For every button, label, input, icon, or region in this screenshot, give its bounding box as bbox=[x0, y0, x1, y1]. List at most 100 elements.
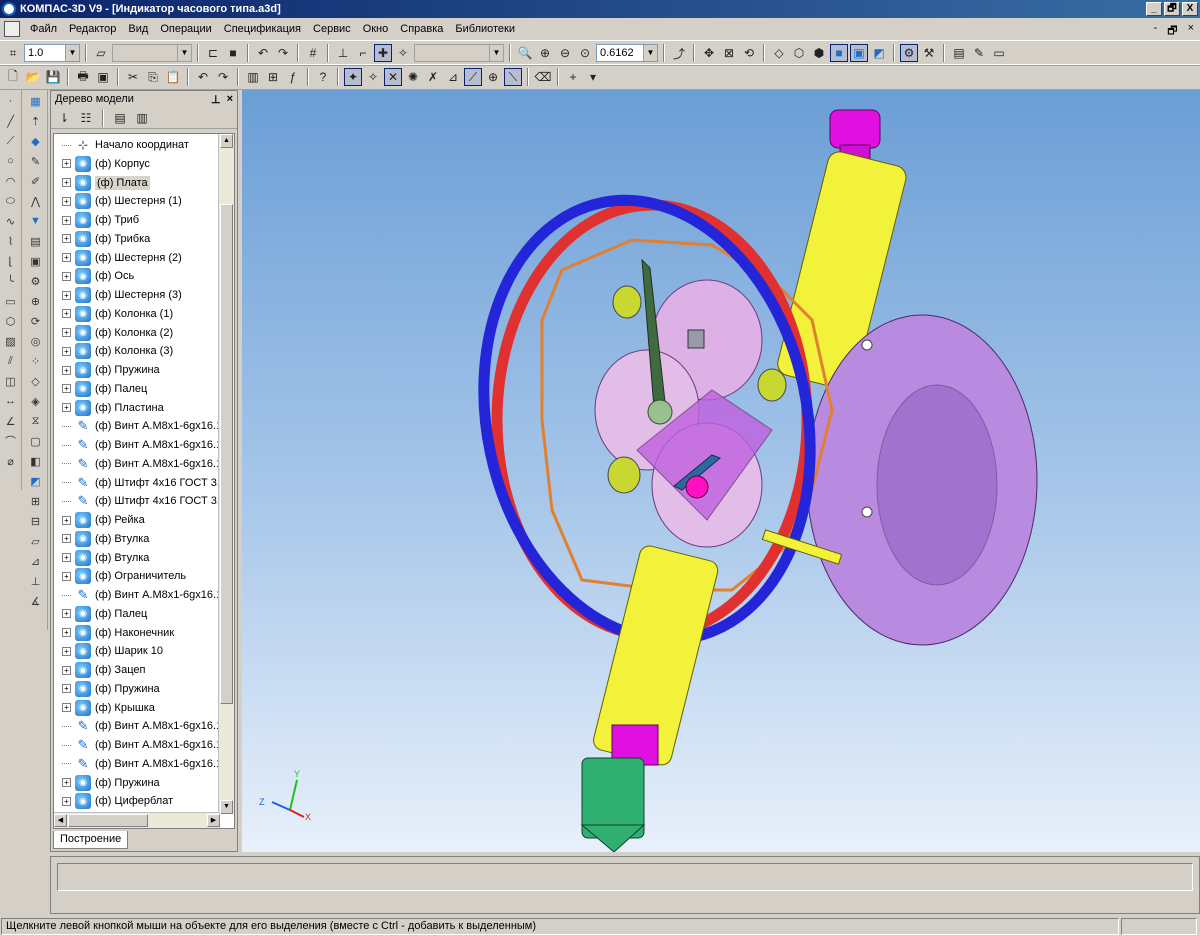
tree-item[interactable]: + ◉ (ф) Колонка (3) bbox=[54, 342, 173, 360]
hatch-icon[interactable]: ▨ bbox=[2, 332, 20, 350]
panel-icon[interactable]: ▭ bbox=[990, 44, 1008, 62]
expand-icon[interactable]: + bbox=[62, 403, 71, 412]
help-pointer-icon[interactable]: ? bbox=[314, 68, 332, 86]
menu-edit[interactable]: Редактор bbox=[63, 23, 122, 35]
hole-icon[interactable]: ◎ bbox=[27, 332, 45, 350]
expand-icon[interactable]: + bbox=[62, 778, 71, 787]
axis-icon[interactable]: ⊿ bbox=[27, 552, 45, 570]
grid-icon[interactable]: # bbox=[304, 44, 322, 62]
thread-icon[interactable]: ⧖ bbox=[27, 412, 45, 430]
mdi-minimize-button[interactable]: - bbox=[1154, 22, 1158, 41]
menu-operations[interactable]: Операции bbox=[154, 23, 217, 35]
snap-point-icon[interactable]: ✦ bbox=[344, 68, 362, 86]
pan-icon[interactable]: ✥ bbox=[700, 44, 718, 62]
circle-icon[interactable]: ○ bbox=[2, 152, 20, 170]
tree-item[interactable]: ✎ (ф) Винт А.М8х1-6gх16.1 bbox=[54, 436, 222, 454]
snap-quadrant-icon[interactable]: ⊕ bbox=[484, 68, 502, 86]
loft-icon[interactable]: ✎ bbox=[27, 152, 45, 170]
blue-cube-icon[interactable]: ◩ bbox=[27, 472, 45, 490]
redo-icon[interactable]: ↷ bbox=[214, 68, 232, 86]
layer-icon[interactable]: ▱ bbox=[92, 44, 110, 62]
snap-normal-icon[interactable]: ⊿ bbox=[444, 68, 462, 86]
snap-midpoint-icon[interactable]: ⟍ bbox=[504, 68, 522, 86]
library-icon[interactable]: ▥ bbox=[244, 68, 262, 86]
expand-icon[interactable]: + bbox=[62, 346, 71, 356]
polyline-icon[interactable]: ⌇ bbox=[2, 232, 20, 250]
expand-icon[interactable]: + bbox=[62, 159, 71, 169]
scroll-thumb[interactable] bbox=[220, 204, 233, 704]
tree-item[interactable]: ✎ (ф) Винт А.М8х1-6gх16.1 bbox=[54, 736, 222, 754]
diameter-dim-icon[interactable]: ⌀ bbox=[2, 452, 20, 470]
cut-icon[interactable]: ✂ bbox=[124, 68, 142, 86]
line-icon[interactable]: ╱ bbox=[2, 112, 20, 130]
tree-horizontal-scrollbar[interactable]: ◀ ▶ bbox=[54, 812, 220, 828]
thin-hidden-icon[interactable]: ⬢ bbox=[810, 44, 828, 62]
local-snap-icon[interactable]: ✧ bbox=[394, 44, 412, 62]
mdi-close-button[interactable]: × bbox=[1188, 22, 1194, 41]
document-icon[interactable] bbox=[4, 21, 20, 37]
chevron-down-icon[interactable]: ▼ bbox=[643, 45, 657, 61]
contour-icon[interactable]: ◫ bbox=[2, 372, 20, 390]
expand-icon[interactable]: + bbox=[62, 215, 71, 225]
menu-help[interactable]: Справка bbox=[394, 23, 449, 35]
expand-icon[interactable]: + bbox=[62, 534, 71, 544]
mate-icon[interactable]: ⚙ bbox=[27, 272, 45, 290]
expand-icon[interactable]: + bbox=[62, 703, 71, 712]
eraser-icon[interactable]: ⌫ bbox=[534, 68, 552, 86]
snap-nearest-icon[interactable]: ✧ bbox=[364, 68, 382, 86]
paste-icon[interactable]: 📋 bbox=[164, 68, 182, 86]
close-icon[interactable]: × bbox=[227, 93, 233, 106]
rectangle-icon[interactable]: ▭ bbox=[2, 292, 20, 310]
tree-item[interactable]: + ◉ (ф) Плата bbox=[54, 174, 150, 192]
scroll-down-icon[interactable]: ▼ bbox=[220, 800, 233, 814]
tree-item[interactable]: + ◉ (ф) Втулка bbox=[54, 549, 149, 567]
step-combo[interactable]: 1.0 ▼ bbox=[24, 44, 80, 62]
tab-build[interactable]: Построение bbox=[53, 831, 129, 849]
snap-center-icon[interactable]: ✺ bbox=[404, 68, 422, 86]
add-point-icon[interactable]: + bbox=[564, 68, 582, 86]
expand-icon[interactable]: + bbox=[62, 796, 71, 806]
spline-icon[interactable]: ∿ bbox=[2, 212, 20, 230]
close-button[interactable]: X bbox=[1182, 2, 1198, 16]
tree-order-icon[interactable]: ⇂ bbox=[55, 109, 73, 127]
tree-item[interactable]: + ◉ (ф) Циферблат bbox=[54, 792, 173, 810]
manager-icon[interactable]: ⚙ bbox=[900, 44, 918, 62]
menu-window[interactable]: Окно bbox=[357, 23, 395, 35]
expand-icon[interactable]: + bbox=[62, 609, 71, 619]
scroll-up-icon[interactable]: ▲ bbox=[220, 134, 233, 148]
move-component-icon[interactable]: ⊕ bbox=[27, 292, 45, 310]
rotate-component-icon[interactable]: ⟳ bbox=[27, 312, 45, 330]
polygon-icon[interactable]: ⬡ bbox=[2, 312, 20, 330]
minimize-button[interactable]: _ bbox=[1146, 2, 1162, 16]
preview-icon[interactable]: ▣ bbox=[94, 68, 112, 86]
cut-extrude-icon[interactable]: ⋀ bbox=[27, 192, 45, 210]
snap-tangent-icon[interactable]: ✗ bbox=[424, 68, 442, 86]
specification-icon[interactable]: ▤ bbox=[950, 44, 968, 62]
tree-item[interactable]: + ◉ (ф) Пластина bbox=[54, 399, 164, 417]
structure-icon[interactable]: ⊏ bbox=[204, 44, 222, 62]
menu-view[interactable]: Вид bbox=[122, 23, 154, 35]
expand-icon[interactable]: + bbox=[62, 178, 71, 187]
expand-icon[interactable]: + bbox=[62, 628, 71, 637]
tree-props-icon[interactable]: ▥ bbox=[133, 109, 151, 127]
hidden-lines-icon[interactable]: ⬡ bbox=[790, 44, 808, 62]
restore-button[interactable]: 🗗 bbox=[1164, 2, 1180, 16]
more-icon[interactable]: ▾ bbox=[584, 68, 602, 86]
snap-intersect-icon[interactable]: ✕ bbox=[384, 68, 402, 86]
tree-item[interactable]: + ◉ (ф) Шестерня (2) bbox=[54, 249, 182, 267]
expand-icon[interactable]: + bbox=[62, 515, 71, 525]
tree-item[interactable]: ✎ (ф) Винт А.М8х1-6gх16.1 bbox=[54, 755, 222, 773]
tree-item[interactable]: + ◉ (ф) Наконечник bbox=[54, 624, 174, 642]
measure-body-icon[interactable]: ⊞ bbox=[27, 492, 45, 510]
tree-item[interactable]: ✎ (ф) Винт А.М8х1-6gх16.1 bbox=[54, 455, 222, 473]
tree-item[interactable]: + ◉ (ф) Ось bbox=[54, 267, 134, 285]
undo-icon[interactable]: ↶ bbox=[194, 68, 212, 86]
zoom-window-icon[interactable]: 🔍 bbox=[516, 44, 534, 62]
pointer-icon[interactable]: ↷ bbox=[274, 44, 292, 62]
point-icon[interactable]: · bbox=[2, 92, 20, 110]
print-icon[interactable]: 🖶 bbox=[74, 68, 92, 86]
radius-dim-icon[interactable]: ⌒ bbox=[2, 432, 20, 450]
chevron-down-icon[interactable]: ▼ bbox=[177, 45, 191, 61]
ellipse-icon[interactable]: ⬭ bbox=[2, 192, 20, 210]
offset-plane-icon[interactable]: ⊥ bbox=[27, 572, 45, 590]
